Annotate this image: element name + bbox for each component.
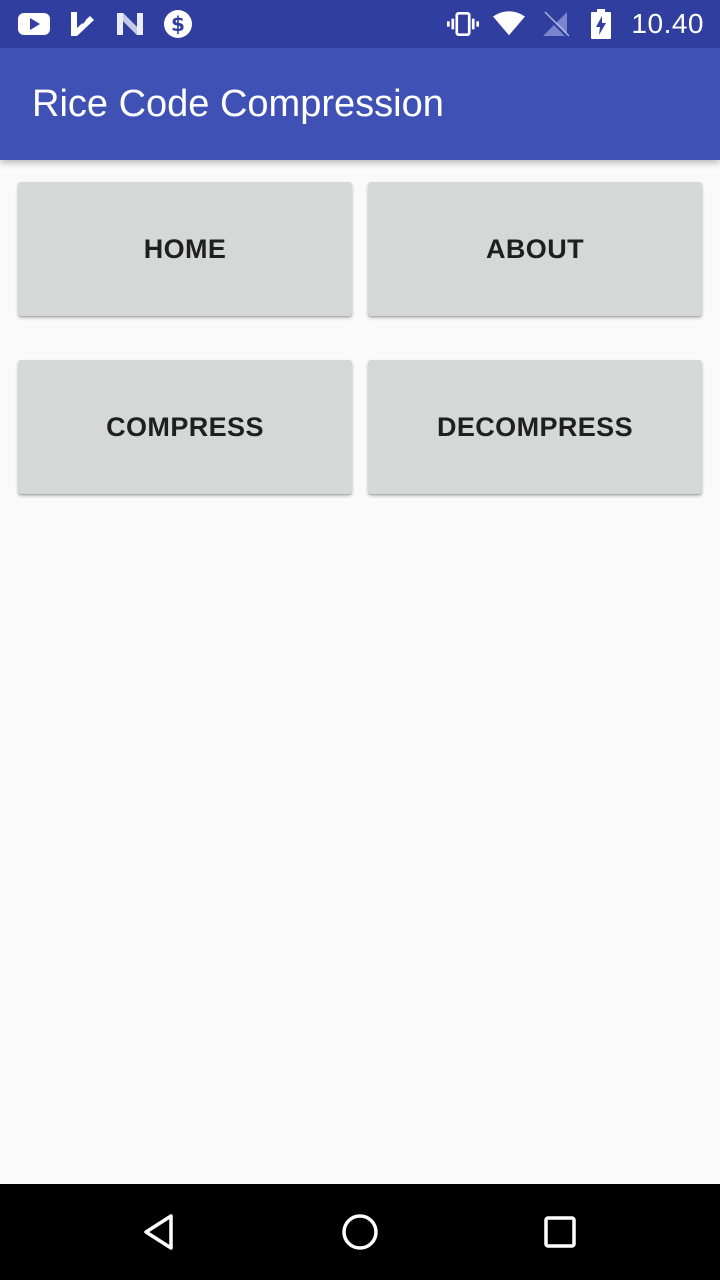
svg-text:$: $ xyxy=(171,12,185,36)
home-circle-icon[interactable] xyxy=(336,1208,384,1256)
navigation-bar xyxy=(0,1184,720,1280)
main-content: HOME ABOUT COMPRESS DECOMPRESS xyxy=(0,160,720,1184)
wifi-icon xyxy=(493,8,526,40)
status-clock: 10.40 xyxy=(631,8,704,39)
home-button[interactable]: HOME xyxy=(18,182,352,316)
notification-icons: $ xyxy=(18,8,194,40)
app-title: Rice Code Compression xyxy=(32,83,444,125)
about-button[interactable]: ABOUT xyxy=(368,182,702,316)
compress-button[interactable]: COMPRESS xyxy=(18,360,352,494)
app-bar: Rice Code Compression xyxy=(0,48,720,160)
n-app-icon xyxy=(114,8,146,40)
status-bar: $ 10.40 xyxy=(0,0,720,48)
decompress-button[interactable]: DECOMPRESS xyxy=(368,360,702,494)
checkmark-app-icon xyxy=(66,8,98,40)
battery-charging-icon xyxy=(585,8,617,40)
youtube-icon xyxy=(18,8,50,40)
no-signal-icon xyxy=(539,8,571,40)
dollar-icon: $ xyxy=(162,8,194,40)
recents-icon[interactable] xyxy=(536,1208,584,1256)
vibrate-icon xyxy=(447,8,480,40)
back-icon[interactable] xyxy=(136,1208,184,1256)
system-icons: 10.40 xyxy=(447,8,704,40)
